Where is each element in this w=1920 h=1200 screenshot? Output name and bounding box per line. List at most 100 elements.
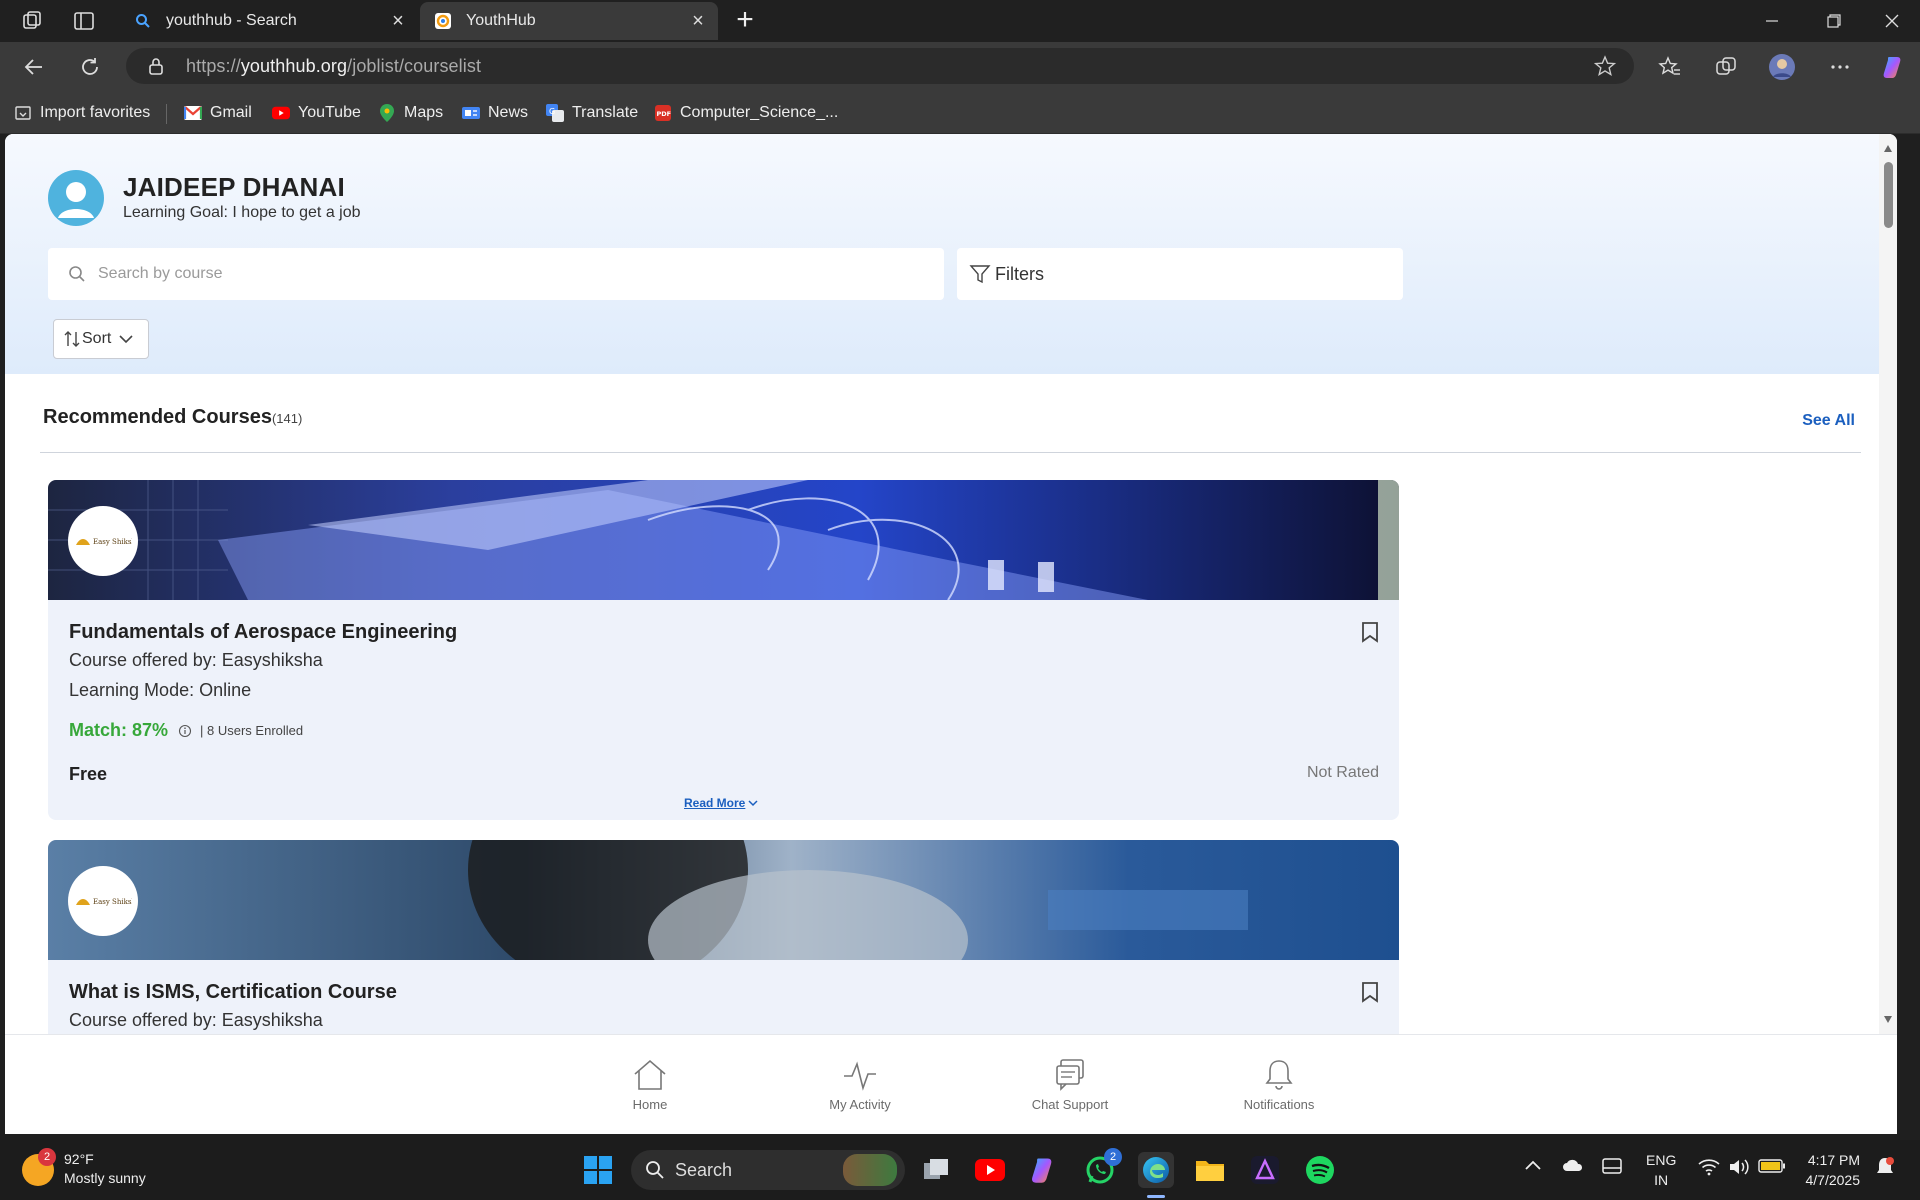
windows-start-icon[interactable] [580,1152,616,1188]
tab-youthhub[interactable]: YouthHub × [420,2,718,40]
close-tab-icon[interactable]: × [688,11,708,31]
youtube-icon [272,104,290,122]
bookmark-computer-science[interactable]: PDF Computer_Science_... [654,102,838,124]
system-clock[interactable]: 4:17 PM 4/7/2025 [1806,1150,1861,1190]
enrolled-count: | 8 Users Enrolled [200,723,304,738]
close-window-button[interactable] [1864,0,1920,42]
favorites-icon[interactable] [1656,53,1684,81]
edge-browser-icon[interactable] [1138,1152,1174,1188]
page-viewport: JAIDEEP DHANAI Learning Goal: I hope to … [5,134,1897,1034]
spotify-icon[interactable] [1302,1152,1338,1188]
nav-home[interactable]: Home [590,1057,710,1112]
chevron-down-icon [119,334,133,344]
chat-icon [1052,1057,1088,1093]
display-icon[interactable] [1602,1158,1622,1177]
see-all-link[interactable]: See All [1802,412,1855,430]
scroll-up-arrow-icon[interactable] [1883,144,1893,154]
notification-badge: 2 [1104,1148,1122,1166]
search-input[interactable] [96,260,916,288]
bookmark-maps[interactable]: Maps [378,102,443,124]
course-banner-image [48,840,1399,960]
user-name: JAIDEEP DHANAI [123,172,345,202]
tab-actions-icon[interactable] [72,9,96,33]
bookmark-translate[interactable]: G Translate [546,102,638,124]
tab-youthhub-search[interactable]: youthhub - Search × [120,2,418,40]
task-view-icon[interactable] [918,1152,954,1188]
creative-app-icon[interactable] [1247,1152,1283,1188]
address-bar[interactable]: https://youthhub.org/joblist/courselist [126,48,1634,84]
bookmark-icon[interactable] [1361,981,1379,1008]
course-price: Free [69,764,108,784]
provider-logo: Easy Shiksha [68,506,138,576]
weather-widget[interactable]: 2 92°F Mostly sunny [22,1148,146,1188]
search-icon [645,1160,665,1180]
nav-my-activity[interactable]: My Activity [800,1057,920,1112]
url-text: https://youthhub.org/joblist/courselist [186,56,482,76]
gmail-icon [184,104,202,122]
course-rating: Not Rated [1306,764,1379,781]
course-title[interactable]: Fundamentals of Aerospace Engineering [69,621,457,644]
onedrive-cloud-icon[interactable] [1562,1158,1584,1175]
provider-logo: Easy Shiksha [68,866,138,936]
favorite-star-icon[interactable] [1593,55,1617,82]
browser-titlebar: youthhub - Search × YouthHub × + [0,0,1920,42]
workspaces-icon[interactable] [20,9,44,33]
course-search[interactable] [48,248,944,300]
course-title[interactable]: What is ISMS, Certification Course [69,981,397,1004]
bing-search-icon [134,12,152,30]
close-tab-icon[interactable]: × [388,11,408,31]
minimize-button[interactable] [1744,0,1800,42]
more-options-icon[interactable] [1826,53,1854,81]
youthhub-favicon-icon [434,12,452,30]
nav-notifications[interactable]: Notifications [1219,1057,1339,1112]
maps-pin-icon [378,104,396,122]
scroll-down-arrow-icon[interactable] [1883,1014,1893,1024]
pdf-icon: PDF [654,104,672,122]
windows-taskbar: 2 92°F Mostly sunny Search 2 ENG IN 4:17… [0,1140,1920,1200]
refresh-icon[interactable] [76,53,104,81]
show-hidden-icons-chevron-up-icon[interactable] [1524,1158,1542,1174]
read-more-link[interactable]: Read More [684,796,758,810]
activity-icon [842,1057,878,1093]
taskbar-search[interactable]: Search [631,1150,905,1190]
bookmark-youtube[interactable]: YouTube [272,102,361,124]
course-card[interactable]: Easy Shiksha Fundamentals of Aerospace E… [48,480,1399,820]
nav-chat-support[interactable]: Chat Support [1010,1057,1130,1112]
user-avatar-icon [48,170,104,226]
sort-label: Sort [82,330,112,347]
learning-mode: Learning Mode: Online [69,680,252,700]
input-language[interactable]: ENG IN [1646,1150,1676,1190]
wifi-icon[interactable] [1698,1158,1720,1179]
volume-icon[interactable] [1728,1158,1750,1179]
copilot-icon[interactable] [1880,53,1908,81]
bookmark-icon[interactable] [1361,621,1379,648]
import-icon [14,104,32,122]
youtube-app-icon[interactable] [972,1152,1008,1188]
info-icon[interactable] [178,724,192,738]
notification-badge: 2 [38,1148,56,1166]
bookmark-separator [166,104,167,124]
active-app-indicator [1147,1195,1165,1198]
copilot-app-icon[interactable] [1026,1152,1062,1188]
tab-title: youthhub - Search [166,12,297,29]
divider [40,452,1861,453]
collections-icon[interactable] [1712,53,1740,81]
notification-center-icon[interactable] [1874,1156,1896,1181]
profile-avatar[interactable] [1768,53,1796,81]
battery-icon[interactable] [1758,1158,1786,1177]
lock-icon[interactable] [148,57,164,80]
course-card[interactable]: Easy Shiksha What is ISMS, Certification… [48,840,1399,1034]
restore-button[interactable] [1806,0,1862,42]
whatsapp-icon[interactable]: 2 [1082,1148,1122,1188]
scrollbar-thumb[interactable] [1884,162,1893,228]
svg-text:Easy Shiksha: Easy Shiksha [93,538,132,546]
page-scrollbar[interactable] [1879,134,1897,1034]
new-tab-button[interactable]: + [730,5,760,36]
sort-button[interactable]: Sort [53,319,149,359]
bookmark-news[interactable]: News [462,102,528,124]
bookmark-import-favorites[interactable]: Import favorites [14,102,150,124]
bookmark-gmail[interactable]: Gmail [184,102,252,124]
file-explorer-icon[interactable] [1192,1152,1228,1188]
filters-button[interactable]: Filters [957,248,1403,300]
back-arrow-icon[interactable] [20,53,48,81]
